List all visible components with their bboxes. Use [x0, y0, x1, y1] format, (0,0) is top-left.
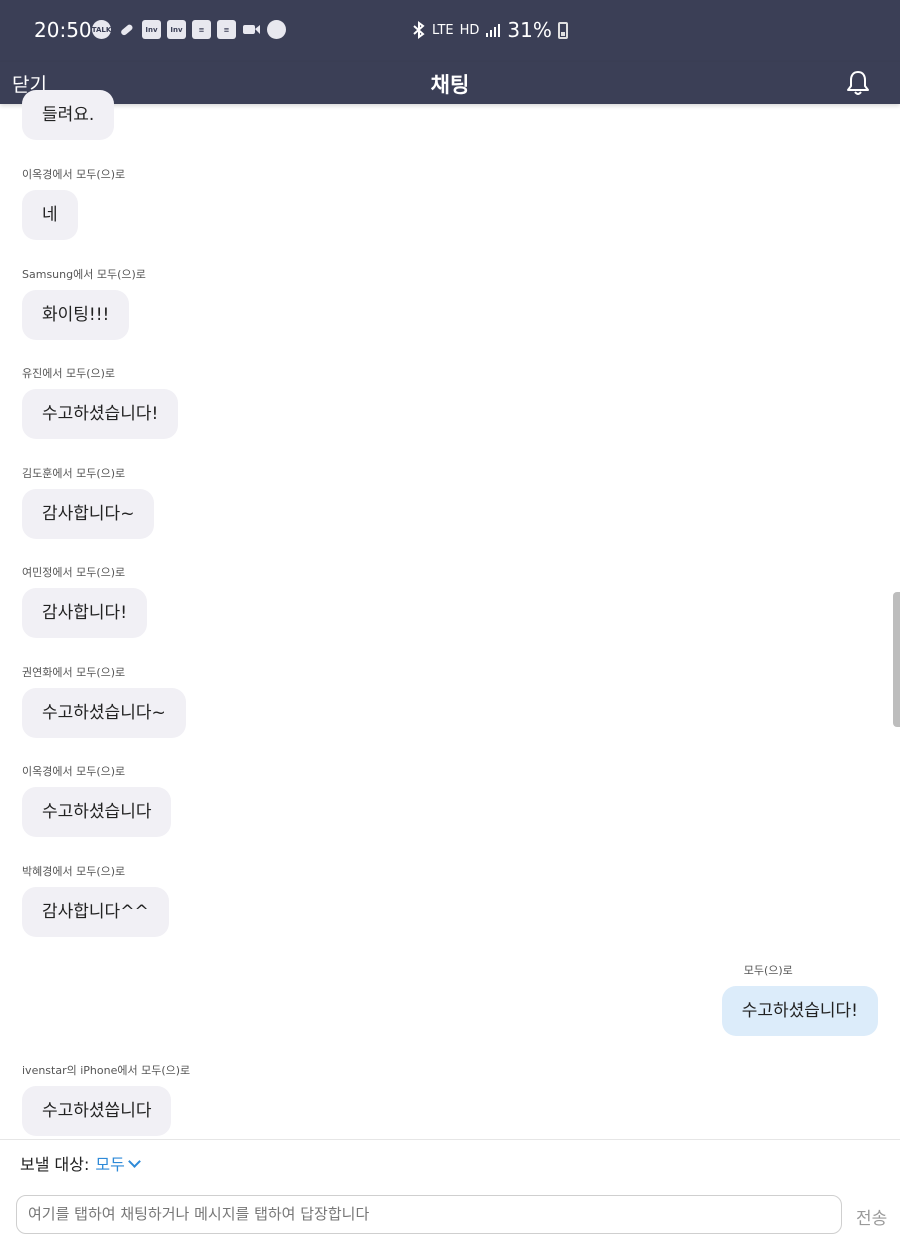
message-bubble[interactable]: 수고하셨습니다! — [721, 986, 878, 1036]
battery-percent: 31% — [507, 18, 552, 42]
send-button[interactable]: 전송 — [856, 1204, 887, 1229]
scrollbar-handle[interactable] — [893, 592, 900, 727]
bluetooth-icon — [413, 21, 425, 39]
message-sender: 김도훈에서 모두(으)로 — [22, 467, 126, 480]
recipient-value[interactable]: 모두 — [95, 1155, 124, 1174]
message-sender: 유진에서 모두(으)로 — [22, 367, 116, 380]
signal-icon — [486, 24, 501, 37]
page-title: 채팅 — [430, 73, 470, 97]
hd-label: HD — [459, 22, 480, 38]
system-icons: LTE HD 31% — [412, 18, 568, 42]
message-item[interactable]: 이옥경에서 모두(으)로 수고하셨습니다 — [22, 763, 172, 837]
message-item[interactable]: 박혜경에서 모두(으)로 감사합니다^^ — [22, 863, 169, 937]
bell-icon[interactable] — [843, 68, 873, 98]
message-item[interactable]: ivenstar의 iPhone에서 모두(으)로 수고하셨씁니다 — [22, 1062, 190, 1136]
recipient-selector[interactable]: 보낼 대상: 모두 — [20, 1151, 141, 1175]
talk-icon: TALK — [92, 20, 111, 39]
message-bubble[interactable]: 수고하셨습니다 — [22, 787, 172, 837]
chat-header: 닫기 채팅 — [0, 62, 900, 104]
message-bubble[interactable]: 감사합니다^^ — [22, 887, 169, 937]
battery-icon — [557, 21, 568, 39]
message-bubble[interactable]: 감사합니다~ — [22, 489, 155, 539]
message-item[interactable]: 김도훈에서 모두(으)로 감사합니다~ — [22, 465, 155, 539]
message-item[interactable]: 이옥경에서 모두(으)로 네 — [22, 166, 125, 240]
chat-composer: 보낼 대상: 모두 여기를 탭하여 채팅하거나 메시지를 탭하여 답장합니다 전송 — [0, 1139, 900, 1260]
message-input[interactable]: 여기를 탭하여 채팅하거나 메시지를 탭하여 답장합니다 — [16, 1195, 842, 1234]
message-sender: 이옥경에서 모두(으)로 — [22, 765, 126, 778]
status-time: 20:50 — [34, 18, 92, 42]
message-bubble[interactable]: 수고하셨씁니다 — [22, 1086, 172, 1136]
message-item[interactable]: 권연화에서 모두(으)로 수고하셨습니다~ — [22, 664, 186, 738]
chevron-down-icon[interactable] — [127, 1155, 141, 1168]
message-sender: 이옥경에서 모두(으)로 — [22, 168, 126, 181]
inv-icon: Inv — [167, 20, 186, 39]
video-icon — [242, 20, 261, 39]
message-sender: Samsung에서 모두(으)로 — [22, 268, 146, 281]
message-sender: 권연화에서 모두(으)로 — [22, 666, 126, 679]
message-sender: 모두(으)로 — [743, 964, 793, 977]
message-bubble[interactable]: 화이팅!!! — [22, 290, 130, 340]
pill-icon — [117, 20, 136, 39]
message-item-outgoing[interactable]: 모두(으)로 수고하셨습니다! — [721, 962, 878, 1036]
message-sender: ivenstar의 iPhone에서 모두(으)로 — [22, 1064, 191, 1077]
message-sender: 박혜경에서 모두(으)로 — [22, 865, 126, 878]
message-item[interactable]: 들려요. — [22, 82, 115, 140]
inv-icon: Inv — [142, 20, 161, 39]
chat-bubble-icon — [267, 20, 286, 39]
message-sender: 여민정에서 모두(으)로 — [22, 566, 126, 579]
status-bar: 20:50 TALK Inv Inv ≡ ≡ LTE HD 31% — [0, 0, 900, 62]
recipient-label: 보낼 대상: — [20, 1155, 90, 1174]
message-item[interactable]: 유진에서 모두(으)로 수고하셨습니다! — [22, 365, 179, 439]
note-icon: ≡ — [217, 20, 236, 39]
message-item[interactable]: 여민정에서 모두(으)로 감사합니다! — [22, 564, 148, 638]
message-bubble[interactable]: 네 — [22, 190, 78, 240]
message-item[interactable]: Samsung에서 모두(으)로 화이팅!!! — [22, 266, 146, 340]
message-bubble[interactable]: 수고하셨습니다! — [22, 389, 179, 439]
notification-icons: TALK Inv Inv ≡ ≡ — [92, 20, 286, 39]
network-label: LTE — [432, 22, 454, 38]
message-bubble[interactable]: 수고하셨습니다~ — [22, 688, 186, 738]
note-icon: ≡ — [192, 20, 211, 39]
message-bubble[interactable]: 들려요. — [22, 90, 115, 140]
message-bubble[interactable]: 감사합니다! — [22, 588, 148, 638]
